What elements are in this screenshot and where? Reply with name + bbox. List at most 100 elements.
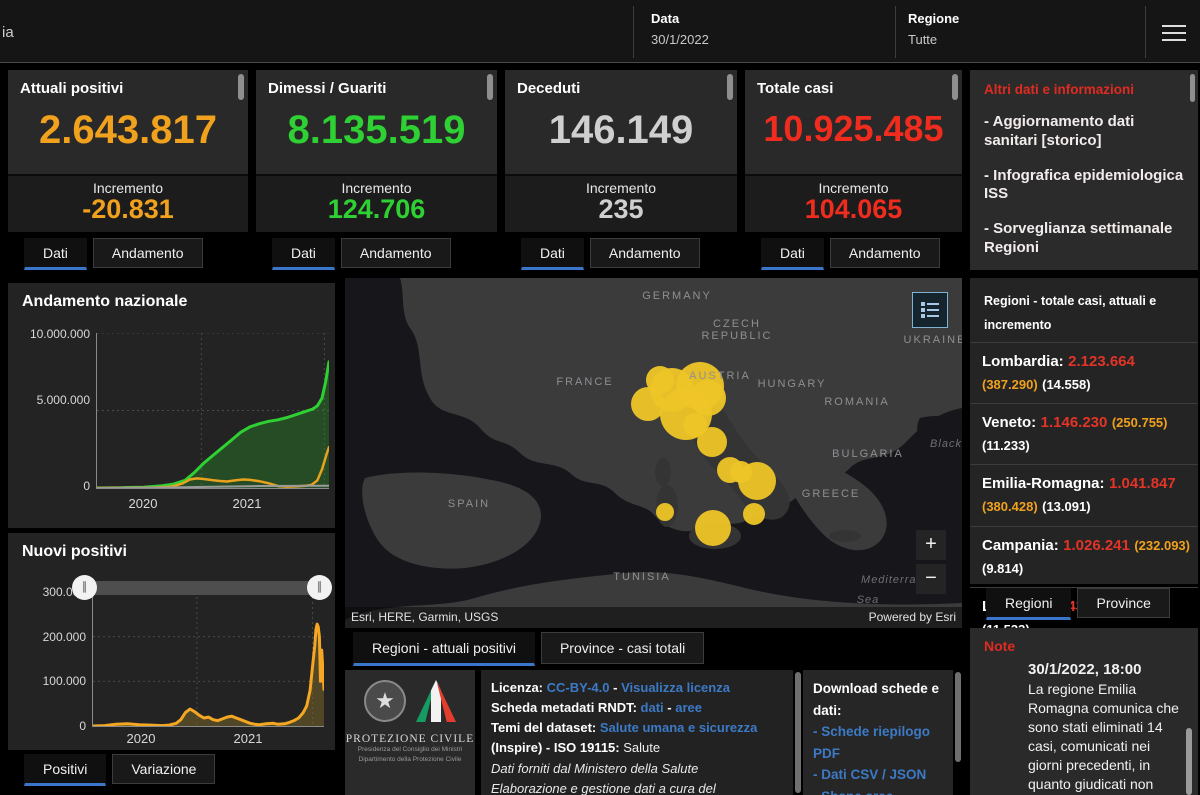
region-attuali: (232.093) xyxy=(1134,538,1190,553)
menu-icon[interactable] xyxy=(1162,20,1186,40)
region-name: Emilia-Romagna: xyxy=(982,475,1105,492)
region-bubble[interactable] xyxy=(695,510,731,546)
card-dimessi-guariti: Dimessi / Guariti 8.135.519 Incremento 1… xyxy=(256,70,497,232)
card-value: 146.149 xyxy=(505,108,737,153)
link-dati[interactable]: dati xyxy=(641,700,664,715)
note-scrollbar[interactable] xyxy=(1186,728,1192,795)
scrollbar[interactable] xyxy=(238,74,244,100)
time-range-slider[interactable]: ∥ ∥ xyxy=(80,581,324,595)
map-country-label: ROMANIA xyxy=(824,396,889,408)
card-tabs: Dati Andamento xyxy=(761,238,940,270)
card-increment-section: Incremento 124.706 xyxy=(256,174,497,232)
nuovi-positivi-tabs: Positivi Variazione xyxy=(24,754,215,786)
topbar-divider xyxy=(633,6,634,58)
tab-dati[interactable]: Dati xyxy=(272,238,335,270)
nuovi-positivi-chart xyxy=(92,592,324,727)
tab-dati[interactable]: Dati xyxy=(761,238,824,270)
link-shape-aree[interactable]: - Shape aree xyxy=(813,786,943,795)
link-salute-umana[interactable]: Salute umana e sicurezza xyxy=(600,720,758,735)
scrollbar[interactable] xyxy=(952,74,958,100)
protezione-civile-icon xyxy=(416,680,456,722)
region-total: 1.041.847 xyxy=(1109,475,1176,492)
attribution-sources: Esri, HERE, Garmin, USGS xyxy=(345,607,498,628)
scrollbar[interactable] xyxy=(487,74,493,100)
y-tick: 5.000.000 xyxy=(20,393,90,407)
tab-andamento[interactable]: Andamento xyxy=(93,238,203,268)
slider-handle-left[interactable]: ∥ xyxy=(72,575,97,600)
increment-value: -20.831 xyxy=(8,196,248,223)
region-bubble[interactable] xyxy=(697,427,727,457)
region-name: Veneto: xyxy=(982,414,1036,431)
region-bubble[interactable] xyxy=(656,503,674,521)
link-infografica-iss[interactable]: - Infografica epidemiologica ISS xyxy=(984,167,1184,205)
region-row: Emilia-Romagna: 1.041.847 (380.428) (13.… xyxy=(970,464,1198,525)
metadati-line: Scheda metadati RNDT: dati - aree xyxy=(491,698,783,718)
region-attuali: (380.428) xyxy=(982,499,1038,514)
tab-andamento[interactable]: Andamento xyxy=(590,238,700,268)
italy-emblem-icon: ★ xyxy=(364,680,406,722)
elaborazione-line: Elaborazione e gestione dati a cura del … xyxy=(491,779,783,795)
separator: - xyxy=(667,700,671,715)
legend-button[interactable] xyxy=(912,292,948,328)
region-row: Veneto: 1.146.230 (250.755) (11.233) xyxy=(970,403,1198,464)
map-country-label: CZECH REPUBLIC xyxy=(701,318,772,342)
note-title: Note xyxy=(984,638,1015,654)
map-country-label: BULGARIA xyxy=(832,448,904,460)
tab-regioni-attuali-positivi[interactable]: Regioni - attuali positivi xyxy=(353,632,535,666)
card-title: Deceduti xyxy=(517,80,580,97)
region-selector[interactable]: Regione Tutte xyxy=(908,11,959,47)
logo-subtitle-2: Dipartimento della Protezione Civile xyxy=(345,755,475,765)
region-name: Campania: xyxy=(982,537,1059,554)
download-scrollbar[interactable] xyxy=(955,672,961,762)
tab-andamento[interactable]: Andamento xyxy=(830,238,940,268)
scrollbar[interactable] xyxy=(1190,74,1195,102)
temi-line: Temi del dataset: Salute umana e sicurez… xyxy=(491,718,783,758)
region-bubble[interactable] xyxy=(730,461,752,483)
regions-tabs: Regioni Province xyxy=(986,588,1170,620)
tab-positivi[interactable]: Positivi xyxy=(24,754,106,786)
zoom-in-button[interactable]: + xyxy=(916,530,946,560)
region-bubble[interactable] xyxy=(646,366,674,394)
separator: - xyxy=(613,680,617,695)
slider-handle-right[interactable]: ∥ xyxy=(307,575,332,600)
card-increment-section: Incremento 235 xyxy=(505,174,737,232)
region-bubble[interactable] xyxy=(743,503,765,525)
altri-dati-panel: Altri dati e informazioni - Aggiornament… xyxy=(970,70,1198,270)
link-cc-by[interactable]: CC-BY-4.0 xyxy=(547,680,610,695)
region-total: 2.123.664 xyxy=(1068,353,1135,370)
link-aggiornamento-dati[interactable]: - Aggiornamento dati sanitari [storico] xyxy=(984,113,1184,151)
note-text: La regione Emilia Romagna comunica che s… xyxy=(1028,680,1180,793)
tab-andamento[interactable]: Andamento xyxy=(341,238,451,268)
card-value: 2.643.817 xyxy=(8,108,248,153)
region-bubble[interactable] xyxy=(690,380,726,416)
date-label: Data xyxy=(651,11,709,26)
region-row: Campania: 1.026.241 (232.093) (9.814) xyxy=(970,526,1198,587)
link-schede-pdf[interactable]: - Schede riepilogo PDF xyxy=(813,721,943,764)
tab-dati[interactable]: Dati xyxy=(24,238,87,270)
tab-variazione[interactable]: Variazione xyxy=(112,754,215,784)
tab-province-casi-totali[interactable]: Province - casi totali xyxy=(541,632,704,664)
increment-value: 124.706 xyxy=(256,196,497,223)
link-dati-csv-json[interactable]: - Dati CSV / JSON xyxy=(813,764,943,786)
nuovi-positivi-panel: Nuovi positivi 300.000 200.000 100.000 0… xyxy=(8,533,335,750)
link-sorveglianza-regioni[interactable]: - Sorveglianza settimanale Regioni xyxy=(984,220,1184,258)
legend-list-icon xyxy=(920,300,940,320)
italy-map[interactable]: GERMANYCZECH REPUBLICFRANCEAUSTRIAHUNGAR… xyxy=(345,278,962,628)
region-incremento: (13.091) xyxy=(1042,499,1090,514)
link-aree[interactable]: aree xyxy=(675,700,702,715)
credits-box: Licenza: CC-BY-4.0 - Visualizza licenza … xyxy=(481,670,793,795)
link-visualizza-licenza[interactable]: Visualizza licenza xyxy=(621,680,730,695)
credits-scrollbar[interactable] xyxy=(795,672,801,793)
logo-subtitle-1: Presidenza del Consiglio dei Ministri xyxy=(345,745,475,755)
zoom-out-button[interactable]: − xyxy=(916,564,946,594)
tab-province[interactable]: Province xyxy=(1077,588,1169,618)
tab-dati[interactable]: Dati xyxy=(521,238,584,270)
x-tick: 2021 xyxy=(234,731,263,746)
region-label: Regione xyxy=(908,11,959,26)
region-incremento: (14.558) xyxy=(1042,377,1090,392)
map-country-label: HUNGARY xyxy=(758,378,827,390)
date-selector[interactable]: Data 30/1/2022 xyxy=(651,11,709,47)
scrollbar[interactable] xyxy=(727,74,733,100)
tab-regioni[interactable]: Regioni xyxy=(986,588,1071,620)
covid-dashboard: ia Data 30/1/2022 Regione Tutte Attuali … xyxy=(0,0,1200,795)
